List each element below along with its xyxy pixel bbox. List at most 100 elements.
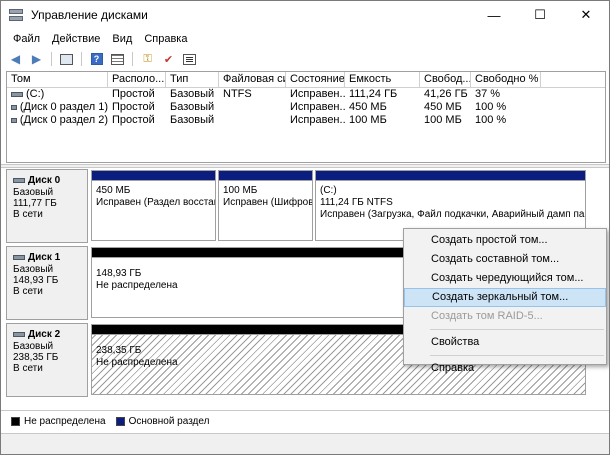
drive-icon <box>11 92 23 97</box>
disk-size: 148,93 ГБ <box>13 275 59 286</box>
arrow-right-icon: ▶ <box>31 52 42 66</box>
drive-icon <box>11 118 17 123</box>
partition-bar <box>316 171 585 181</box>
volume-status: Исправен... <box>290 101 345 113</box>
partition-efi[interactable]: 100 МБ Исправен (Шифрованный (EFI) систе… <box>218 170 313 241</box>
volume-row[interactable]: (Диск 0 раздел 2) Простой Базовый Исправ… <box>7 114 605 127</box>
volume-free-space: 100 МБ <box>424 114 462 126</box>
disk-icon <box>13 178 25 183</box>
partition-recovery[interactable]: 450 МБ Исправен (Раздел восстановления) <box>91 170 216 241</box>
disk-size: 111,77 ГБ <box>13 198 57 209</box>
disk-status: В сети <box>13 363 43 374</box>
menu-view[interactable]: Вид <box>106 33 138 45</box>
help-button[interactable]: ? <box>88 51 105 67</box>
partition-desc: Исправен (Шифрованный (EFI) системный ра… <box>223 197 312 208</box>
legend-swatch <box>115 417 125 426</box>
volume-row[interactable]: (C:) Простой Базовый NTFS Исправен... 11… <box>7 88 605 101</box>
menu-create-striped-volume[interactable]: Создать чередующийся том... <box>404 269 606 288</box>
volume-layout: Простой <box>112 114 155 126</box>
column-header-layout[interactable]: Располо... <box>108 72 166 88</box>
disk-status: В сети <box>13 209 43 220</box>
minimize-button[interactable]: — <box>471 1 517 29</box>
volume-capacity: 111,24 ГБ <box>349 88 398 100</box>
volume-name: (C:) <box>26 88 45 100</box>
disk-1-label[interactable]: Диск 1 Базовый 148,93 ГБ В сети <box>6 246 88 320</box>
volume-status: Исправен... <box>290 88 345 100</box>
menu-bar: Файл Действие Вид Справка <box>1 29 609 49</box>
legend-unallocated: Не распределена <box>11 416 106 427</box>
column-header-volume[interactable]: Том <box>7 72 108 88</box>
key-icon: ⚿ <box>143 52 152 65</box>
partition-size: 450 МБ <box>96 185 131 196</box>
connect-button[interactable]: ⚿ <box>139 51 156 67</box>
menu-create-spanned-volume[interactable]: Создать составной том... <box>404 250 606 269</box>
menu-separator <box>430 329 604 330</box>
column-header-filesystem[interactable]: Файловая сист... <box>219 72 286 88</box>
volume-layout: Простой <box>112 101 155 113</box>
volume-status: Исправен... <box>290 114 345 126</box>
column-header-capacity[interactable]: Емкость <box>345 72 420 88</box>
disk-management-icon <box>9 9 23 21</box>
menu-create-mirrored-volume[interactable]: Создать зеркальный том... <box>404 288 606 307</box>
disk-type: Базовый <box>13 187 54 198</box>
disk-icon <box>13 332 25 337</box>
disk-type: Базовый <box>13 341 54 352</box>
forward-button[interactable]: ▶ <box>28 51 45 67</box>
title-bar[interactable]: Управление дисками — ☐ ✕ <box>1 1 609 29</box>
disk-0-label[interactable]: Диск 0 Базовый 111,77 ГБ В сети <box>6 169 88 243</box>
disk-name: Диск 2 <box>28 329 61 340</box>
help-icon: ? <box>90 53 103 65</box>
column-header-free-space[interactable]: Свобод... <box>420 72 471 88</box>
disk-2-label[interactable]: Диск 2 Базовый 238,35 ГБ В сети <box>6 323 88 397</box>
menu-file[interactable]: Файл <box>7 33 46 45</box>
maximize-button[interactable]: ☐ <box>517 1 563 29</box>
volume-free-space: 450 МБ <box>424 101 462 113</box>
back-button[interactable]: ◀ <box>7 51 24 67</box>
toolbar-separator <box>81 52 82 66</box>
view-button[interactable] <box>109 51 126 67</box>
partition-bar <box>92 171 215 181</box>
menu-create-raid5-volume: Создать том RAID-5... <box>431 310 543 322</box>
partition-desc: Исправен (Загрузка, Файл подкачки, Авари… <box>320 209 585 220</box>
column-header-type[interactable]: Тип <box>166 72 219 88</box>
disk-status: В сети <box>13 286 43 297</box>
column-header-free-percent[interactable]: Свободно % <box>471 72 541 88</box>
partition-title: (C:) <box>320 185 337 196</box>
volume-filesystem: NTFS <box>223 88 252 100</box>
properties-icon <box>183 53 196 65</box>
legend: Не распределена Основной раздел <box>1 410 609 432</box>
volume-free-percent: 100 % <box>475 114 507 126</box>
drive-icon <box>11 105 17 110</box>
volume-type: Базовый <box>170 114 215 126</box>
view-list-icon <box>111 53 124 65</box>
menu-help[interactable]: Справка <box>138 33 193 45</box>
partition-size: 100 МБ <box>223 185 258 196</box>
menu-help-item[interactable]: Справка <box>404 359 606 378</box>
volume-layout: Простой <box>112 88 155 100</box>
volume-type: Базовый <box>170 88 215 100</box>
partition-desc: Исправен (Раздел восстановления) <box>96 197 215 208</box>
window-title: Управление дисками <box>31 8 148 22</box>
volume-free-space: 41,26 ГБ <box>424 88 468 100</box>
legend-label: Основной раздел <box>128 416 210 427</box>
legend-swatch <box>11 417 20 426</box>
volume-row[interactable]: (Диск 0 раздел 1) Простой Базовый Исправ… <box>7 101 605 114</box>
menu-create-simple-volume[interactable]: Создать простой том... <box>404 231 606 250</box>
menu-action[interactable]: Действие <box>46 33 106 45</box>
pane-splitter[interactable] <box>1 164 609 168</box>
close-button[interactable]: ✕ <box>563 1 609 29</box>
properties-button[interactable] <box>181 51 198 67</box>
column-header-status[interactable]: Состояние <box>286 72 345 88</box>
volume-filesystem <box>219 114 286 127</box>
disk-size: 238,35 ГБ <box>13 352 59 363</box>
legend-primary: Основной раздел <box>115 416 210 427</box>
arrow-left-icon: ◀ <box>10 52 21 66</box>
volume-capacity: 100 МБ <box>349 114 387 126</box>
show-hide-console-button[interactable] <box>58 51 75 67</box>
disk-name: Диск 1 <box>28 252 61 263</box>
menu-properties[interactable]: Свойства <box>404 333 606 352</box>
volume-free-percent: 100 % <box>475 101 507 113</box>
context-menu: Создать простой том... Создать составной… <box>403 228 607 374</box>
volume-type: Базовый <box>170 101 215 113</box>
check-button[interactable]: ✔ <box>160 51 177 67</box>
